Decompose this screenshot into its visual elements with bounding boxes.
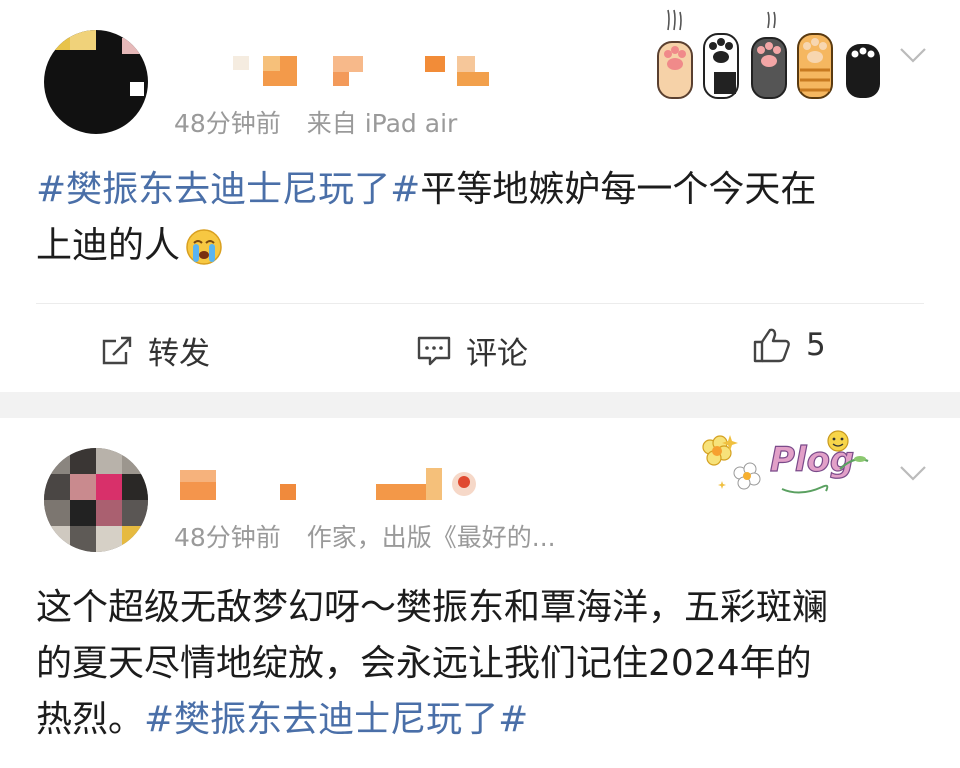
hashtag-link[interactable]: #樊振东去迪士尼玩了#	[144, 699, 528, 740]
post-source[interactable]: 来自 iPad air	[307, 109, 458, 138]
avatar[interactable]	[44, 448, 148, 552]
repost-icon	[102, 336, 132, 364]
cat-paws-decoration	[657, 9, 880, 99]
crying-emoji-icon	[186, 229, 222, 265]
divider	[36, 303, 924, 304]
chevron-down-icon[interactable]	[898, 46, 928, 64]
post-text: 这个超级无敌梦幻呀～樊振东和覃海洋，五彩斑斓 的夏天尽情地绽放，会永远让我们记住…	[36, 580, 936, 748]
post-time: 48分钟前	[174, 109, 281, 138]
post-text-line: 的夏天尽情地绽放，会永远让我们记住2024年的	[36, 643, 812, 684]
hashtag-link[interactable]: #樊振东去迪士尼玩了#	[36, 169, 420, 210]
post-text: #樊振东去迪士尼玩了#平等地嫉妒每一个今天在 上迪的人	[36, 162, 926, 274]
comment-button[interactable]: 评论	[416, 328, 528, 373]
post-time: 48分钟前	[174, 523, 281, 552]
feed-separator	[0, 392, 960, 418]
post-text-line: 上迪的人	[36, 225, 181, 266]
plog-sticker-decoration: Plog	[702, 430, 869, 494]
username-redacted[interactable]	[225, 52, 495, 88]
comment-label: 评论	[466, 336, 528, 372]
avatar[interactable]	[44, 30, 148, 134]
post-source[interactable]: 作家，出版《最好的...	[307, 523, 556, 552]
like-button[interactable]: 5	[752, 326, 826, 364]
post-meta: 48分钟前 作家，出版《最好的...	[174, 518, 556, 554]
post-text-line: 热烈。	[36, 699, 145, 740]
chevron-down-icon[interactable]	[898, 464, 928, 482]
thumbs-up-icon	[753, 328, 790, 363]
repost-button[interactable]: 转发	[100, 328, 210, 373]
post-text-line: 这个超级无敌梦幻呀～樊振东和覃海洋，五彩斑斓	[36, 587, 829, 628]
post-text-line: 平等地嫉妒每一个今天在	[420, 169, 817, 210]
repost-label: 转发	[148, 336, 210, 372]
like-count: 5	[806, 327, 826, 363]
post-card-1: 48分钟前 来自 iPad air #樊振东去迪士尼玩了#平等地嫉妒每一个今天在…	[0, 0, 960, 392]
post-meta: 48分钟前 来自 iPad air	[174, 104, 457, 140]
comment-icon	[417, 336, 451, 365]
username-redacted[interactable]	[176, 462, 486, 502]
